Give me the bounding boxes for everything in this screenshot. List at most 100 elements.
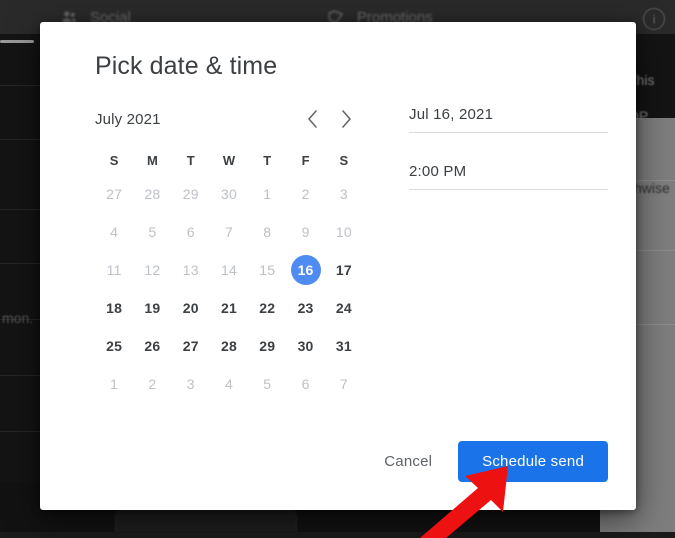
calendar-day[interactable]: 20 <box>172 289 210 327</box>
calendar-day-number: 6 <box>186 224 195 240</box>
calendar-day-number: 5 <box>263 376 272 392</box>
calendar-day[interactable]: 19 <box>133 289 171 327</box>
calendar-day-number: 17 <box>335 262 352 278</box>
calendar-day: 10 <box>325 213 363 251</box>
calendar-day: 4 <box>210 365 248 403</box>
calendar-day-number: 29 <box>259 338 276 354</box>
background-text-fragment-left: mon. <box>2 310 34 326</box>
pick-date-time-dialog: Pick date & time July 2021 S M T W T F S 27 28 29… <box>40 22 636 510</box>
calendar-day[interactable]: 24 <box>325 289 363 327</box>
calendar-day[interactable]: 25 <box>95 327 133 365</box>
calendar: July 2021 S M T W T F S 27 28 29 30 1 2 3 4 5 6 7 8 9 10 11 12… <box>95 103 363 403</box>
time-input[interactable]: 2:00 PM <box>409 163 608 190</box>
calendar-day[interactable]: 21 <box>210 289 248 327</box>
calendar-day[interactable]: 23 <box>286 289 324 327</box>
calendar-day-number: 2 <box>301 186 310 202</box>
calendar-day[interactable]: 29 <box>248 327 286 365</box>
calendar-day[interactable]: 31 <box>325 327 363 365</box>
calendar-weekday-4: T <box>263 152 272 168</box>
calendar-day-number: 20 <box>182 300 199 316</box>
calendar-day: 14 <box>210 251 248 289</box>
calendar-day: 13 <box>172 251 210 289</box>
calendar-day: 27 <box>95 175 133 213</box>
calendar-day-number: 31 <box>335 338 352 354</box>
calendar-day-number: 9 <box>301 224 310 240</box>
calendar-day-number: 3 <box>186 376 195 392</box>
calendar-day: 28 <box>133 175 171 213</box>
calendar-day-number: 7 <box>339 376 348 392</box>
calendar-day[interactable]: 27 <box>172 327 210 365</box>
calendar-day-number: 23 <box>297 300 314 316</box>
calendar-day-number: 6 <box>301 376 310 392</box>
calendar-day-number: 7 <box>224 224 233 240</box>
calendar-day-selected[interactable]: 16 <box>286 251 324 289</box>
calendar-day: 6 <box>286 365 324 403</box>
calendar-weekday-1: M <box>147 152 158 168</box>
calendar-day: 6 <box>172 213 210 251</box>
calendar-grid: S M T W T F S 27 28 29 30 1 2 3 4 5 6 7 8 9 10 11 12 13 14 15 16 17… <box>95 145 363 403</box>
calendar-day-number: 30 <box>220 186 237 202</box>
calendar-day-number: 4 <box>110 224 119 240</box>
calendar-day-number: 21 <box>220 300 237 316</box>
calendar-day-number: 8 <box>263 224 272 240</box>
background-compose-window[interactable] <box>115 509 297 532</box>
calendar-day-number: 15 <box>259 262 276 278</box>
datetime-fields: Jul 16, 2021 2:00 PM <box>363 103 608 403</box>
chevron-left-icon[interactable] <box>295 104 329 134</box>
calendar-day[interactable]: 28 <box>210 327 248 365</box>
calendar-header: July 2021 <box>95 103 363 135</box>
calendar-day: 15 <box>248 251 286 289</box>
date-input[interactable]: Jul 16, 2021 <box>409 106 608 133</box>
calendar-day: 29 <box>172 175 210 213</box>
calendar-day-number: 1 <box>110 376 119 392</box>
calendar-day-number: 24 <box>335 300 352 316</box>
dialog-actions: Cancel Schedule send <box>368 441 608 482</box>
calendar-day: 7 <box>210 213 248 251</box>
calendar-day-number: 11 <box>106 262 122 278</box>
calendar-day-number: 12 <box>144 262 161 278</box>
calendar-weekday-2: T <box>186 152 195 168</box>
chevron-right-icon[interactable] <box>329 104 363 134</box>
calendar-day: 7 <box>325 365 363 403</box>
calendar-day-number: 13 <box>182 262 199 278</box>
calendar-day-number: 2 <box>148 376 157 392</box>
dialog-title: Pick date & time <box>95 52 278 80</box>
calendar-day-number: 29 <box>182 186 199 202</box>
calendar-day-number: 30 <box>297 338 314 354</box>
calendar-day-number: 26 <box>144 338 161 354</box>
calendar-day[interactable]: 18 <box>95 289 133 327</box>
calendar-day[interactable]: 30 <box>286 327 324 365</box>
background-unread-indicator <box>0 40 34 43</box>
calendar-day-number: 1 <box>263 186 272 202</box>
calendar-weekday-5: F <box>301 152 310 168</box>
calendar-day: 1 <box>95 365 133 403</box>
calendar-day: 2 <box>286 175 324 213</box>
calendar-day[interactable]: 17 <box>325 251 363 289</box>
schedule-send-button[interactable]: Schedule send <box>458 441 608 482</box>
calendar-day-number: 5 <box>148 224 157 240</box>
background-left-column <box>0 34 42 532</box>
calendar-day[interactable]: 26 <box>133 327 171 365</box>
calendar-day: 4 <box>95 213 133 251</box>
calendar-day-number: 16 <box>290 255 321 285</box>
calendar-day-number: 19 <box>144 300 161 316</box>
calendar-day-number: 22 <box>259 300 276 316</box>
calendar-day-number: 25 <box>106 338 123 354</box>
dialog-body: July 2021 S M T W T F S 27 28 29 30 1 2 3 4 5 6 7 8 9 10 11 12… <box>68 81 608 403</box>
info-icon[interactable]: i <box>643 8 665 30</box>
calendar-weekday-3: W <box>222 152 236 168</box>
calendar-day[interactable]: 22 <box>248 289 286 327</box>
calendar-month-label: July 2021 <box>95 110 161 128</box>
calendar-day-number: 3 <box>339 186 348 202</box>
calendar-day-number: 14 <box>220 262 237 278</box>
calendar-day-number: 28 <box>144 186 161 202</box>
calendar-day: 2 <box>133 365 171 403</box>
calendar-day-number: 27 <box>106 186 123 202</box>
calendar-day: 3 <box>172 365 210 403</box>
calendar-day-number: 28 <box>220 338 237 354</box>
calendar-day-number: 10 <box>335 224 352 240</box>
calendar-day-number: 4 <box>224 376 233 392</box>
calendar-day: 5 <box>248 365 286 403</box>
cancel-button[interactable]: Cancel <box>368 443 448 480</box>
calendar-day: 12 <box>133 251 171 289</box>
